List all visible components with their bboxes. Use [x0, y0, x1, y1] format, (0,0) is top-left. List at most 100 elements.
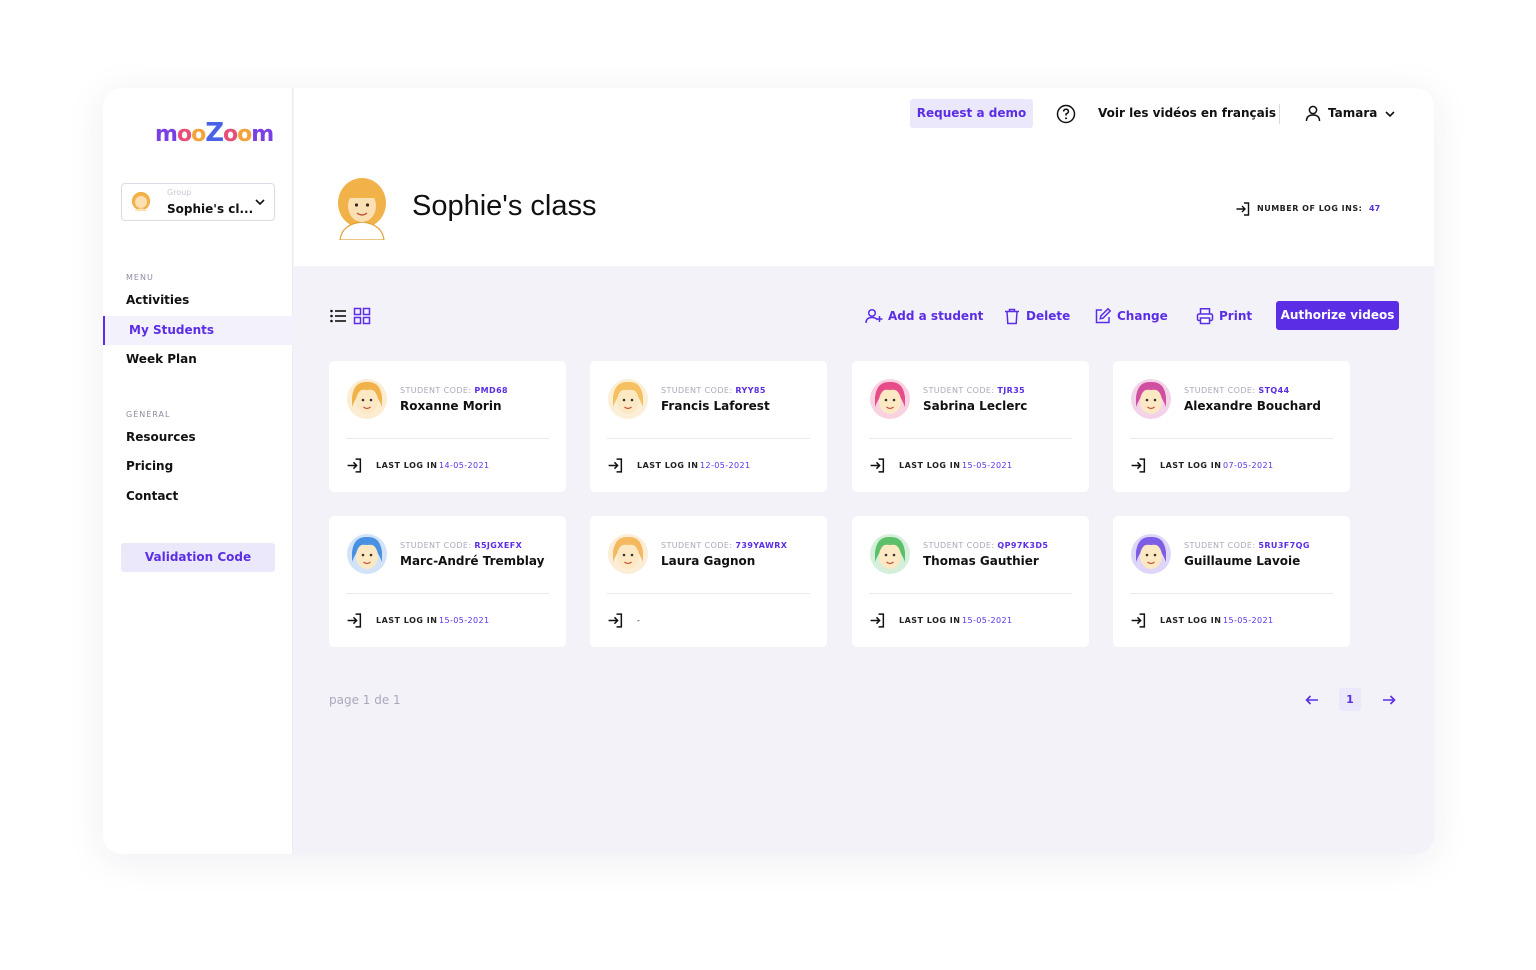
prev-page-icon[interactable]: [1304, 692, 1320, 708]
last-log-date: 12-05-2021: [700, 461, 751, 470]
student-name: Thomas Gauthier: [923, 554, 1039, 568]
login-icon: [347, 613, 362, 628]
student-code-label: STUDENT CODE:: [400, 541, 472, 550]
delete-label: Delete: [1026, 309, 1071, 323]
login-icon: [1236, 202, 1250, 216]
student-code-label: STUDENT CODE:: [1184, 386, 1256, 395]
last-log-date: -: [637, 616, 641, 625]
student-code-value: PMD68: [474, 386, 509, 395]
menu-section-label: MENU: [126, 273, 154, 282]
last-log-date: 15-05-2021: [962, 461, 1013, 470]
trash-icon: [1005, 308, 1019, 325]
student-card[interactable]: STUDENT CODE: STQ44 Alexandre Bouchard LAS…: [1113, 361, 1350, 492]
student-code-label: STUDENT CODE:: [400, 386, 472, 395]
sidebar-item-pricing[interactable]: Pricing: [103, 452, 293, 481]
card-divider: [869, 593, 1072, 594]
student-code-label: STUDENT CODE:: [661, 541, 733, 550]
sidebar-item-contact[interactable]: Contact: [103, 482, 293, 511]
last-log-date: 15-05-2021: [439, 616, 490, 625]
header-divider: [1279, 104, 1280, 124]
grid-view-icon[interactable]: [353, 307, 371, 325]
login-icon: [870, 458, 885, 473]
sidebar-item-resources[interactable]: Resources: [103, 423, 293, 452]
student-avatar: [1131, 534, 1171, 574]
card-divider: [346, 438, 549, 439]
student-code-value: R5JGXEFX: [474, 541, 523, 550]
last-log-label: LAST LOG IN: [376, 616, 438, 625]
logo-letter: m: [155, 122, 178, 147]
student-card[interactable]: STUDENT CODE: RYY85 Francis Laforest LAST …: [590, 361, 827, 492]
group-label: Group: [167, 188, 192, 197]
add-student-button[interactable]: Add a student: [865, 307, 983, 325]
sidebar-item-activities[interactable]: Activities: [103, 286, 293, 315]
student-card[interactable]: STUDENT CODE: PMD68 Roxanne Morin LAST LOG…: [329, 361, 566, 492]
print-label: Print: [1219, 309, 1253, 323]
header: Request a demo Voir les vidéos en frança…: [294, 88, 1434, 266]
chevron-down-icon: [255, 199, 265, 206]
login-count-label: NUMBER OF LOG INS:: [1257, 204, 1363, 213]
login-count-value: 47: [1369, 204, 1381, 213]
student-name: Roxanne Morin: [400, 399, 502, 413]
last-log-label: LAST LOG IN: [1160, 616, 1222, 625]
logo-letter: o: [191, 122, 206, 147]
sidebar-item-week-plan[interactable]: Week Plan: [103, 345, 293, 374]
french-videos-link[interactable]: Voir les vidéos en français: [1098, 106, 1276, 120]
moozoom-logo[interactable]: mooZoom: [155, 116, 274, 152]
change-button[interactable]: Change: [1094, 307, 1168, 325]
help-icon[interactable]: [1056, 104, 1076, 124]
logo-letter: o: [237, 122, 252, 147]
card-divider: [1130, 438, 1333, 439]
student-code: STUDENT CODE: R5JGXEFX: [400, 541, 522, 550]
student-card[interactable]: STUDENT CODE: TJR35 Sabrina Leclerc LAST L…: [852, 361, 1089, 492]
login-icon: [608, 458, 623, 473]
change-label: Change: [1117, 309, 1168, 323]
student-code-label: STUDENT CODE:: [923, 541, 995, 550]
printer-icon: [1196, 308, 1214, 325]
student-card[interactable]: STUDENT CODE: 5RU3F7QG Guillaume Lavoie LA…: [1113, 516, 1350, 647]
general-section-label: GÉNÉRAL: [126, 410, 171, 419]
list-view-icon[interactable]: [329, 307, 347, 325]
last-log-date: 15-05-2021: [1223, 616, 1274, 625]
last-log-date: 14-05-2021: [439, 461, 490, 470]
authorize-videos-button[interactable]: Authorize videos: [1276, 301, 1399, 330]
student-code-value: 5RU3F7QG: [1258, 541, 1310, 550]
class-avatar: [338, 178, 386, 240]
student-code: STUDENT CODE: STQ44: [1184, 386, 1290, 395]
last-log-label: LAST LOG IN: [637, 461, 699, 470]
last-log-label: LAST LOG IN: [376, 461, 438, 470]
student-card[interactable]: STUDENT CODE: 739YAWRX Laura Gagnon -: [590, 516, 827, 647]
student-card[interactable]: STUDENT CODE: R5JGXEFX Marc-André Trembla…: [329, 516, 566, 647]
student-code-value: STQ44: [1258, 386, 1290, 395]
print-button[interactable]: Print: [1196, 307, 1253, 325]
user-name: Tamara: [1328, 106, 1378, 120]
app-window: mooZoom Group Sophie's cl... MENU Activi…: [103, 88, 1434, 854]
user-menu[interactable]: Tamara: [1304, 102, 1404, 126]
card-divider: [346, 593, 549, 594]
delete-button[interactable]: Delete: [1003, 307, 1071, 325]
student-code-label: STUDENT CODE:: [1184, 541, 1256, 550]
last-log-date: 07-05-2021: [1223, 461, 1274, 470]
student-name: Alexandre Bouchard: [1184, 399, 1321, 413]
user-icon: [1305, 105, 1321, 122]
sidebar-item-my-students[interactable]: My Students: [103, 316, 293, 345]
request-demo-button[interactable]: Request a demo: [910, 99, 1033, 128]
login-icon: [608, 613, 623, 628]
next-page-icon[interactable]: [1381, 692, 1397, 708]
card-divider: [1130, 593, 1333, 594]
pagination-info: page 1 de 1: [329, 693, 401, 707]
student-avatar: [1131, 379, 1171, 419]
page-number-button[interactable]: 1: [1339, 688, 1361, 711]
student-name: Laura Gagnon: [661, 554, 756, 568]
group-select[interactable]: Group Sophie's cl...: [121, 183, 275, 221]
student-code-value: QP97K3D5: [997, 541, 1049, 550]
student-code-value: TJR35: [997, 386, 1026, 395]
student-card[interactable]: STUDENT CODE: QP97K3D5 Thomas Gauthier LAS…: [852, 516, 1089, 647]
student-code-label: STUDENT CODE:: [661, 386, 733, 395]
student-name: Marc-André Tremblay: [400, 554, 545, 568]
student-code: STUDENT CODE: RYY85: [661, 386, 766, 395]
login-icon: [347, 458, 362, 473]
login-icon: [870, 613, 885, 628]
student-code: STUDENT CODE: TJR35: [923, 386, 1025, 395]
validation-code-button[interactable]: Validation Code: [121, 543, 275, 572]
add-student-label: Add a student: [888, 309, 984, 323]
